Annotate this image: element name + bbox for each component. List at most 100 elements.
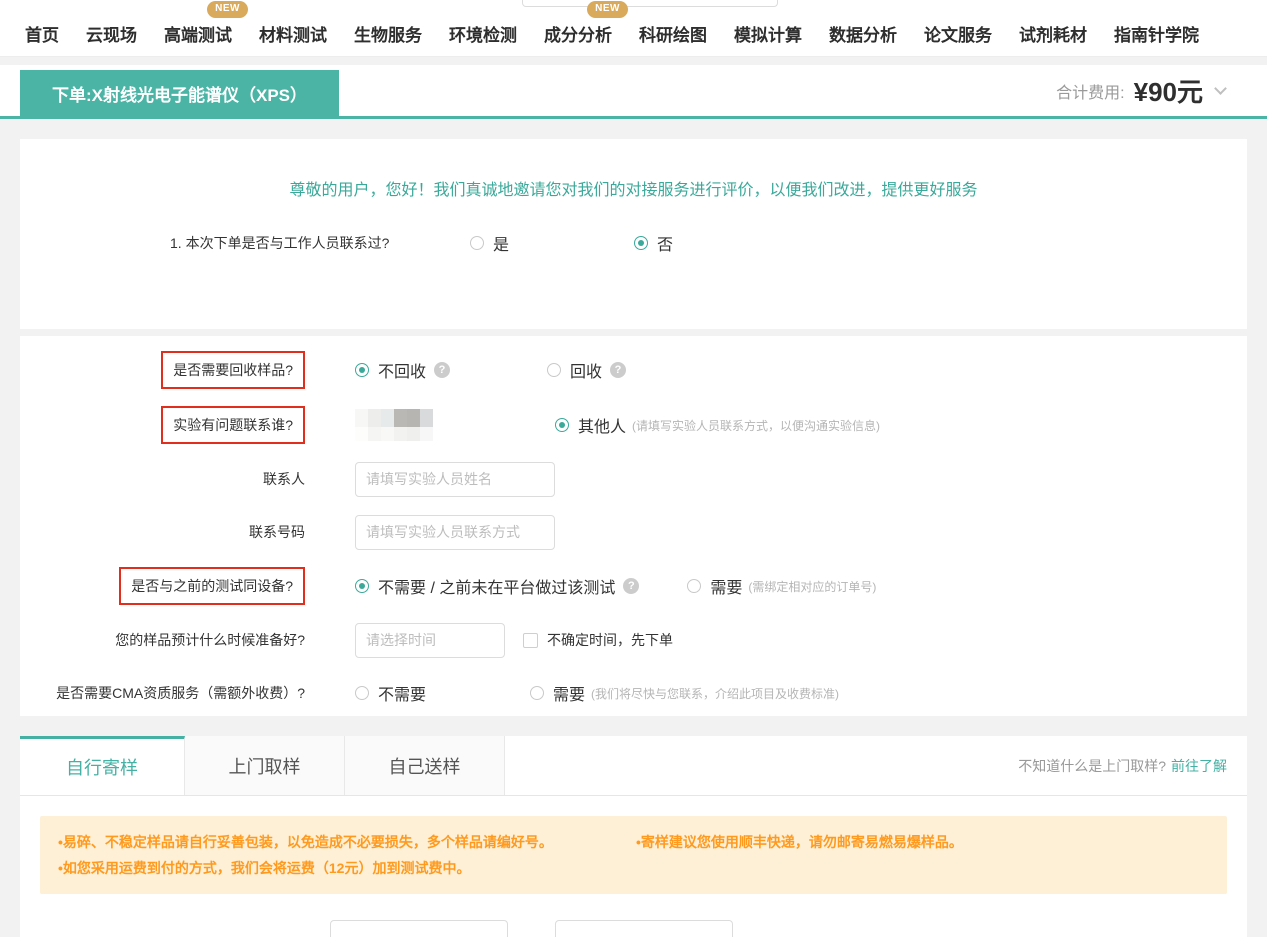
chevron-down-icon[interactable]	[1214, 82, 1227, 95]
contact-name-label: 联系人	[263, 469, 305, 489]
radio-label: 不需要	[378, 681, 426, 705]
order-detail-card: 是否需要回收样品? 不回收 回收 实验有问题联系谁?	[20, 336, 1247, 716]
order-header: 下单:X射线光电子能谱仪（XPS） 合计费用: ¥90元	[0, 65, 1267, 119]
radio-circle	[547, 363, 561, 377]
nav-item-bio-service[interactable]: 生物服务	[354, 26, 422, 46]
radio-circle	[687, 579, 701, 593]
sample-ready-label: 您的样品预计什么时候准备好?	[115, 630, 305, 650]
radio-other-person[interactable]: 其他人	[555, 413, 626, 437]
pickup-help: 不知道什么是上门取样? 前往了解	[505, 736, 1247, 795]
row-same-device: 是否与之前的测试同设备? 不需要 / 之前未在平台做过该测试 需要 (需绑定相对…	[20, 567, 1247, 605]
row-cma: 是否需要CMA资质服务（需额外收费）? 不需要 需要 (我们将尽快与您联系，介绍…	[20, 675, 1247, 711]
same-device-label: 是否与之前的测试同设备?	[119, 567, 305, 605]
shipping-bottom-inputs	[330, 920, 1247, 937]
radio-label: 不回收	[378, 358, 426, 382]
uncertain-time-checkbox[interactable]	[523, 633, 538, 648]
radio-label: 否	[657, 231, 673, 255]
nav-item-academy[interactable]: 指南针学院	[1114, 26, 1199, 46]
radio-label: 需要	[553, 681, 585, 705]
row-sample-ready: 您的样品预计什么时候准备好? 不确定时间，先下单	[20, 622, 1247, 658]
radio-contacted-yes[interactable]: 是	[470, 231, 509, 255]
notice-item-freight: •如您采用运费到付的方式，我们会将运费（12元）加到测试费中。	[58, 860, 470, 876]
nav-label: 论文服务	[924, 26, 992, 45]
radio-circle-selected	[355, 579, 369, 593]
nav-item-paper-service[interactable]: 论文服务	[924, 26, 992, 46]
total-fee-value: ¥90元	[1134, 72, 1203, 109]
nav-label: 云现场	[86, 26, 137, 45]
radio-circle-selected	[355, 363, 369, 377]
other-person-hint: (请填写实验人员联系方式，以便沟通实验信息)	[632, 417, 880, 434]
sample-ready-date-input[interactable]	[355, 623, 505, 658]
radio-recycle[interactable]: 回收	[547, 358, 602, 382]
radio-contacted-no[interactable]: 否	[634, 231, 673, 255]
top-nav: 首页 云现场 高端测试NEW 材料测试 生物服务 环境检测 成分分析NEW 科研…	[0, 0, 1267, 57]
page-title-text: 下单:X射线光电子能谱仪（XPS）	[52, 81, 307, 106]
survey-question-row: 1. 本次下单是否与工作人员联系过? 是 否	[170, 231, 1247, 255]
nav-label: 生物服务	[354, 26, 422, 45]
radio-label: 不需要 / 之前未在平台做过该测试	[378, 574, 615, 598]
cma-yes-hint: (我们将尽快与您联系，介绍此项目及收费标准)	[591, 685, 839, 702]
radio-same-device-no[interactable]: 不需要 / 之前未在平台做过该测试	[355, 574, 615, 598]
nav-label: 成分分析	[544, 26, 612, 45]
tab-self-mail[interactable]: 自行寄样	[20, 736, 185, 795]
same-device-yes-hint: (需绑定相对应的订单号)	[748, 578, 876, 595]
radio-label: 是	[493, 231, 509, 255]
nav-item-composition-analysis[interactable]: 成分分析NEW	[544, 26, 612, 46]
censored-contact	[355, 409, 433, 441]
nav-label: 首页	[25, 26, 59, 45]
nav-item-simulation[interactable]: 模拟计算	[734, 26, 802, 46]
nav-label: 科研绘图	[639, 26, 707, 45]
tab-label: 自己送样	[389, 753, 461, 779]
help-icon[interactable]	[434, 362, 450, 378]
shipping-input-2[interactable]	[555, 920, 733, 937]
nav-label: 试剂耗材	[1019, 26, 1087, 45]
uncertain-time-label: 不确定时间，先下单	[547, 630, 673, 650]
nav-item-sci-drawing[interactable]: 科研绘图	[639, 26, 707, 46]
nav-item-cloud-site[interactable]: 云现场	[86, 26, 137, 46]
radio-circle-selected	[634, 236, 648, 250]
nav-label: 数据分析	[829, 26, 897, 45]
nav-item-material-test[interactable]: 材料测试	[259, 26, 327, 46]
radio-same-device-yes[interactable]: 需要	[687, 574, 742, 598]
notice-item-courier: •寄样建议您使用顺丰快递，请勿邮寄易燃易爆样品。	[636, 829, 963, 855]
nav-item-reagents[interactable]: 试剂耗材	[1019, 26, 1087, 46]
recycle-label: 是否需要回收样品?	[161, 351, 305, 389]
contact-phone-input[interactable]	[355, 515, 555, 550]
radio-no-recycle[interactable]: 不回收	[355, 358, 426, 382]
help-icon[interactable]	[610, 362, 626, 378]
notice-item-packaging: •易碎、不稳定样品请自行妥善包装，以免造成不必要损失，多个样品请编好号。	[58, 829, 636, 855]
radio-circle	[355, 686, 369, 700]
contact-name-input[interactable]	[355, 462, 555, 497]
nav-item-highend-test[interactable]: 高端测试NEW	[164, 26, 232, 46]
shipping-notice: •易碎、不稳定样品请自行妥善包装，以免造成不必要损失，多个样品请编好号。 •寄样…	[40, 816, 1227, 894]
page-title: 下单:X射线光电子能谱仪（XPS）	[20, 70, 339, 116]
order-form-main: 尊敬的用户，您好！我们真诚地邀请您对我们的对接服务进行评价，以便我们改进，提供更…	[0, 119, 1267, 937]
contact-phone-label: 联系号码	[249, 522, 305, 542]
radio-cma-yes[interactable]: 需要	[530, 681, 585, 705]
nav-label: 材料测试	[259, 26, 327, 45]
nav-item-data-analysis[interactable]: 数据分析	[829, 26, 897, 46]
help-icon[interactable]	[623, 578, 639, 594]
tab-door-pickup[interactable]: 上门取样	[185, 736, 345, 795]
row-recycle: 是否需要回收样品? 不回收 回收	[20, 351, 1247, 389]
nav-label: 高端测试	[164, 26, 232, 45]
pickup-help-link[interactable]: 前往了解	[1171, 756, 1227, 776]
nav-item-home[interactable]: 首页	[25, 26, 59, 46]
survey-greeting: 尊敬的用户，您好！我们真诚地邀请您对我们的对接服务进行评价，以便我们改进，提供更…	[20, 139, 1247, 200]
shipping-tabbar: 自行寄样 上门取样 自己送样 不知道什么是上门取样? 前往了解	[20, 736, 1247, 796]
tab-self-deliver[interactable]: 自己送样	[345, 736, 505, 795]
total-fee[interactable]: 合计费用: ¥90元	[1056, 72, 1225, 109]
new-badge: NEW	[587, 1, 628, 18]
tab-label: 上门取样	[229, 753, 301, 779]
radio-cma-no[interactable]: 不需要	[355, 681, 426, 705]
shipping-input-1[interactable]	[330, 920, 508, 937]
pickup-help-text: 不知道什么是上门取样?	[1018, 756, 1166, 776]
nav-label: 环境检测	[449, 26, 517, 45]
radio-circle	[470, 236, 484, 250]
radio-label: 需要	[710, 574, 742, 598]
total-fee-label: 合计费用:	[1056, 79, 1124, 103]
survey-card: 尊敬的用户，您好！我们真诚地邀请您对我们的对接服务进行评价，以便我们改进，提供更…	[20, 139, 1247, 329]
nav-item-env-test[interactable]: 环境检测	[449, 26, 517, 46]
row-contact-who: 实验有问题联系谁? 其他人	[20, 406, 1247, 444]
cma-label: 是否需要CMA资质服务（需额外收费）?	[56, 683, 305, 703]
